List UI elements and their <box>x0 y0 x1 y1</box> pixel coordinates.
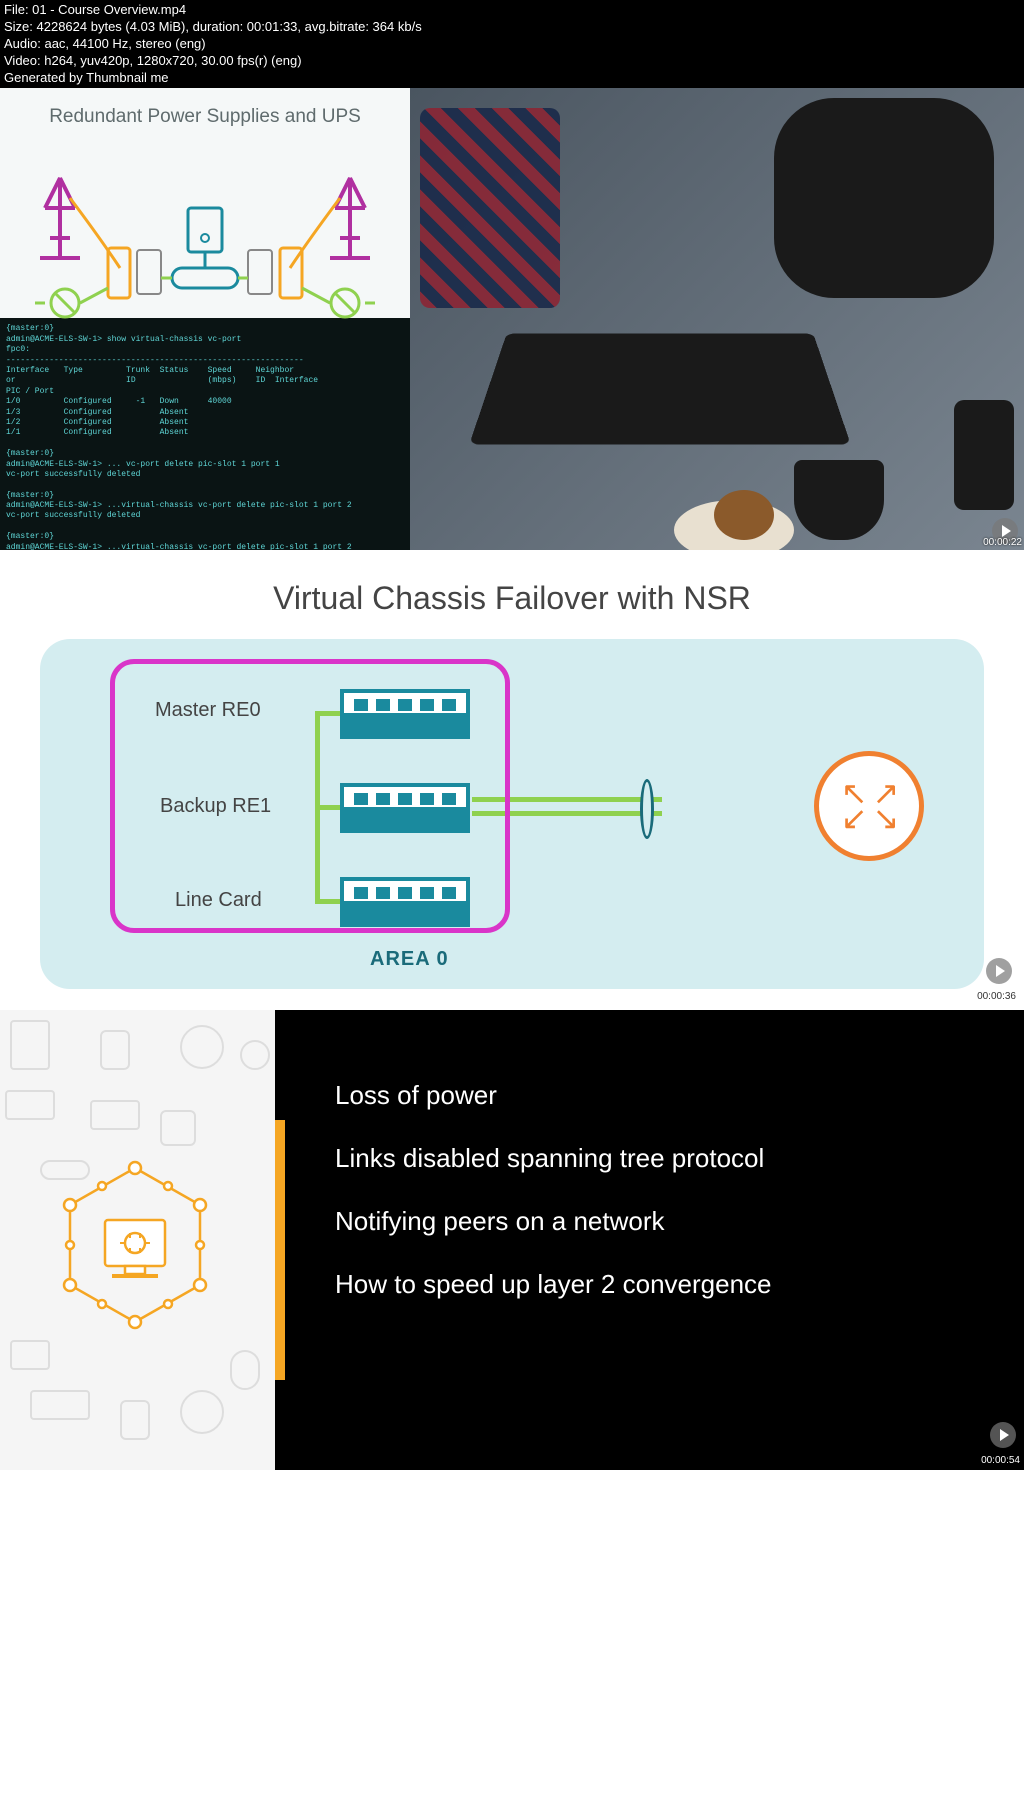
meta-audio: Audio: aac, 44100 Hz, stereo (eng) <box>4 36 1020 53</box>
play-icon[interactable] <box>990 1422 1016 1448</box>
thumbnail-3: Loss of power Links disabled spanning tr… <box>0 1010 1024 1470</box>
mug-icon <box>794 460 884 540</box>
timestamp-1: 00:00:22 <box>983 537 1022 548</box>
meta-file: File: 01 - Course Overview.mp4 <box>4 2 1020 19</box>
thumbnail-1-left: Redundant Power Supplies and UPS <box>0 88 410 550</box>
bullet-item: Links disabled spanning tree protocol <box>335 1143 984 1174</box>
thumbnail-3-sidebar <box>0 1010 275 1470</box>
timestamp-3: 00:00:54 <box>981 1455 1020 1466</box>
bullet-item: How to speed up layer 2 convergence <box>335 1269 984 1300</box>
boundary-icon <box>640 779 654 839</box>
timestamp-2: 00:00:36 <box>977 991 1016 1002</box>
switch-icon <box>340 877 470 927</box>
area0-label: AREA 0 <box>370 948 449 971</box>
accent-bar <box>275 1120 285 1380</box>
hexagon-network-icon <box>50 1160 220 1330</box>
slide-title: Redundant Power Supplies and UPS <box>0 88 410 138</box>
master-label: Master RE0 <box>155 699 261 722</box>
video-metadata-bar: File: 01 - Course Overview.mp4 Size: 422… <box>0 0 1024 88</box>
play-icon[interactable] <box>986 958 1012 984</box>
person-black-shirt <box>774 98 994 298</box>
thumbnail-2: Virtual Chassis Failover with NSR Master… <box>0 550 1024 1010</box>
router-icon: ↖ ↗↙ ↘ <box>814 751 924 861</box>
power-diagram <box>0 138 410 318</box>
thumbnail-1: Redundant Power Supplies and UPS <box>0 88 1024 550</box>
thumbnail-3-content: Loss of power Links disabled spanning tr… <box>275 1010 1024 1470</box>
thumbnail-1-photo: 00:00:22 <box>410 88 1024 550</box>
cli-terminal: {master:0} admin@ACME-ELS-SW-1> show vir… <box>0 318 410 550</box>
meta-generated: Generated by Thumbnail me <box>4 70 1020 87</box>
laptop-icon <box>469 334 850 445</box>
linecard-label: Line Card <box>175 889 262 912</box>
backup-label: Backup RE1 <box>160 795 271 818</box>
switch-icon <box>340 689 470 739</box>
meta-size: Size: 4228624 bytes (4.03 MiB), duration… <box>4 19 1020 36</box>
area0-container: Master RE0 Backup RE1 Line Card ↖ ↗↙ ↘ A… <box>40 639 984 989</box>
slide-title-2: Virtual Chassis Failover with NSR <box>40 580 984 617</box>
bullet-item: Loss of power <box>335 1080 984 1111</box>
person-plaid-shirt <box>420 108 560 308</box>
phone-icon <box>954 400 1014 510</box>
bullet-item: Notifying peers on a network <box>335 1206 984 1237</box>
meta-video: Video: h264, yuv420p, 1280x720, 30.00 fp… <box>4 53 1020 70</box>
switch-icon <box>340 783 470 833</box>
